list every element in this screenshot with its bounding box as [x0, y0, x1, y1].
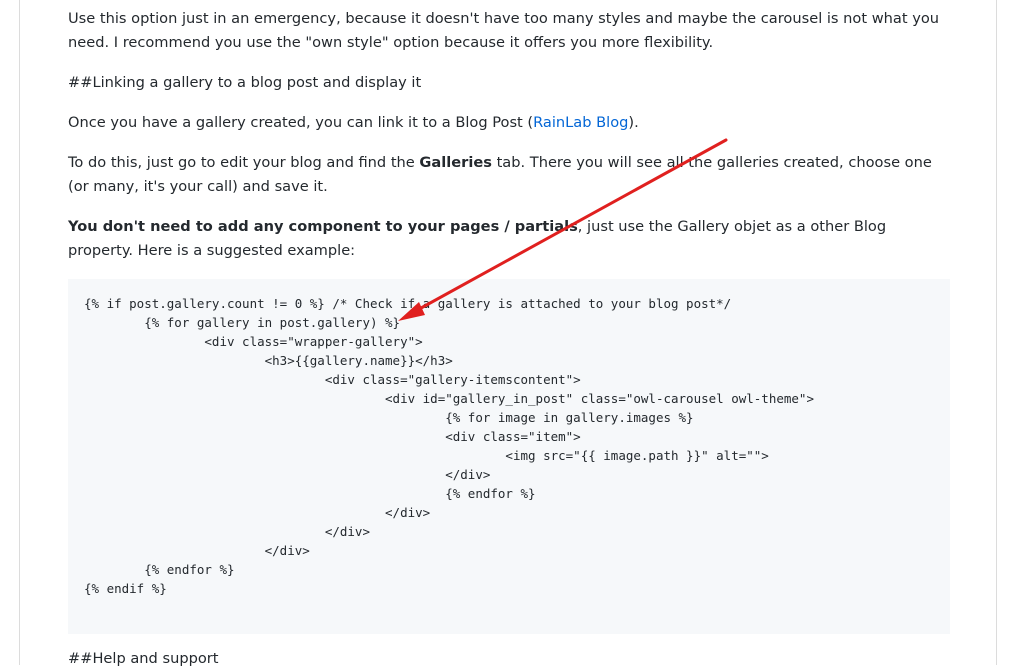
code-line: <div id="gallery_in_post" class="owl-car…	[84, 391, 814, 406]
paragraph-no-component: You don't need to add any component to y…	[68, 215, 948, 263]
code-line: {% if post.gallery.count != 0 %} /* Chec…	[84, 296, 732, 311]
code-line: {% endfor %}	[84, 486, 536, 501]
text-created-suffix: ).	[628, 114, 639, 131]
text-component-bold: You don't need to add any component to y…	[68, 218, 578, 235]
paragraph-gallery-created: Once you have a gallery created, you can…	[68, 111, 639, 135]
code-line: </div>	[84, 505, 431, 520]
text-galleries-bold: Galleries	[419, 154, 492, 171]
heading-linking-gallery: ##Linking a gallery to a blog post and d…	[68, 74, 422, 91]
text-todo-prefix: To do this, just go to edit your blog an…	[68, 154, 420, 171]
code-line: <div class="gallery-itemscontent">	[84, 372, 581, 387]
code-line: <div class="item">	[84, 429, 581, 444]
code-line: {% endfor %}	[84, 562, 235, 577]
code-line: {% for image in gallery.images %}	[84, 410, 694, 425]
text-created-prefix: Once you have a gallery created, you can…	[68, 114, 534, 131]
code-line: </div>	[84, 467, 491, 482]
code-line: <div class="wrapper-gallery">	[84, 334, 423, 349]
rainlab-blog-link[interactable]: RainLab Blog	[533, 114, 628, 131]
code-text: {% if post.gallery.count != 0 %} /* Chec…	[84, 294, 934, 598]
code-line: <img src="{{ image.path }}" alt="">	[84, 448, 769, 463]
paragraph-emergency: Use this option just in an emergency, be…	[68, 10, 940, 51]
page-frame: Use this option just in an emergency, be…	[19, 0, 997, 667]
code-line: </div>	[84, 543, 310, 558]
code-line: </div>	[84, 524, 370, 539]
paragraph-edit-blog: To do this, just go to edit your blog an…	[68, 151, 948, 199]
code-line: {% for gallery in post.gallery) %}	[84, 315, 401, 330]
code-line: <h3>{{gallery.name}}</h3>	[84, 353, 453, 368]
code-line: {% endif %}	[84, 581, 167, 596]
code-block[interactable]: {% if post.gallery.count != 0 %} /* Chec…	[68, 279, 950, 634]
heading-help-support: ##Help and support	[68, 650, 219, 667]
